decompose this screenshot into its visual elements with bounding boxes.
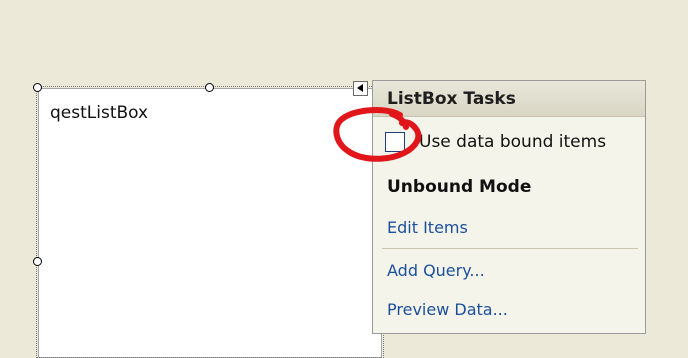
resize-grip-top-middle[interactable] [205, 83, 214, 92]
use-data-bound-items-label[interactable]: Use data bound items [419, 132, 606, 152]
listbox-item-text: qestListBox [50, 103, 149, 123]
smart-tag-arrow-icon[interactable] [353, 81, 368, 96]
resize-grip-middle-left[interactable] [33, 257, 42, 266]
panel-separator [382, 248, 638, 249]
unbound-mode-heading: Unbound Mode [387, 177, 532, 197]
resize-grip-top-left[interactable] [33, 83, 42, 92]
listbox-control[interactable]: qestListBox [38, 88, 382, 358]
tasks-panel-title: ListBox Tasks [387, 89, 516, 109]
preview-data-link[interactable]: Preview Data... [387, 300, 508, 319]
listbox-tasks-panel: ListBox Tasks Use data bound items Unbou… [372, 80, 646, 334]
edit-items-link[interactable]: Edit Items [387, 218, 468, 237]
designer-surface: qestListBox ListBox Tasks Use data bound… [0, 0, 688, 358]
tasks-panel-header: ListBox Tasks [373, 81, 645, 117]
add-query-link[interactable]: Add Query... [387, 261, 485, 280]
use-data-bound-items-checkbox[interactable] [385, 132, 405, 152]
use-data-bound-items-row[interactable]: Use data bound items [385, 131, 606, 153]
